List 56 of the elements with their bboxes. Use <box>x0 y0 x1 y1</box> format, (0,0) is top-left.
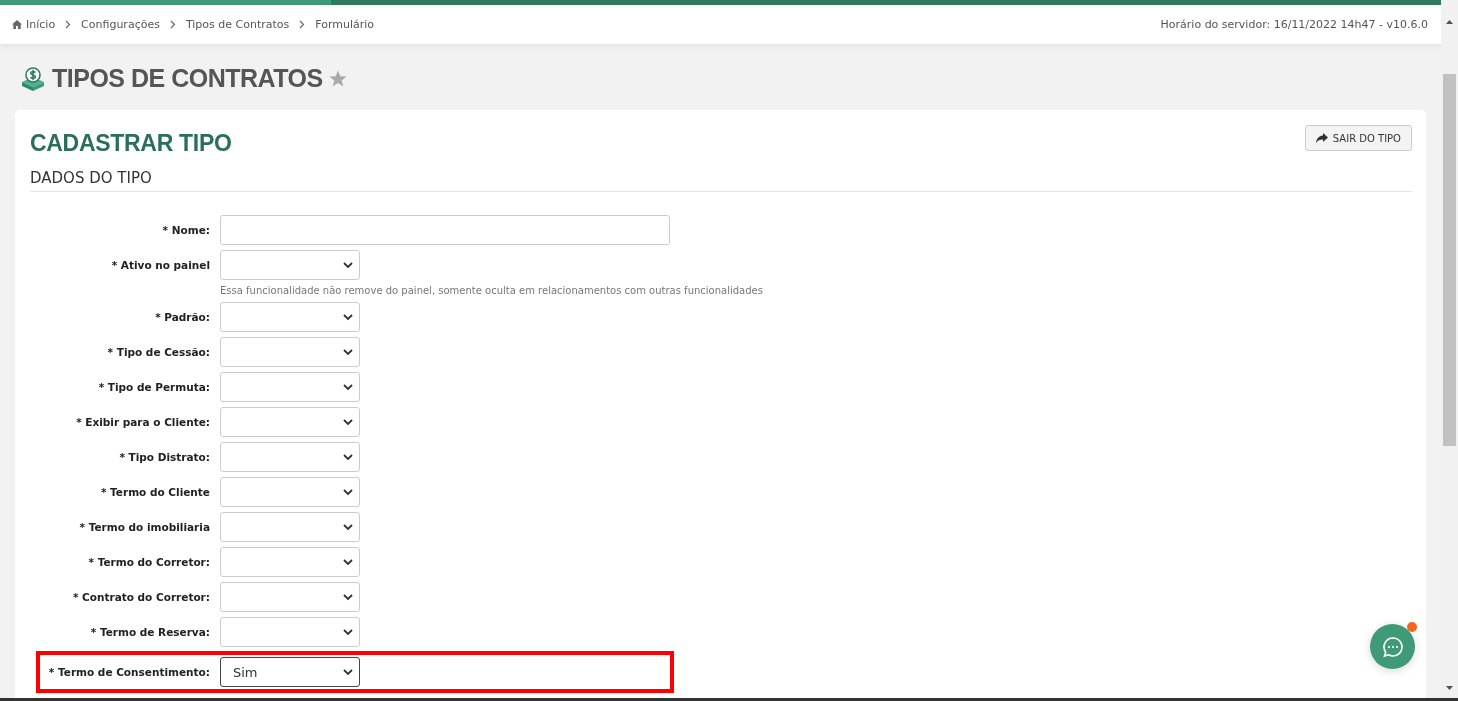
exit-button[interactable]: SAIR DO TIPO <box>1304 125 1412 151</box>
select-dropdown[interactable] <box>220 372 360 402</box>
chevron-down-icon <box>343 668 353 676</box>
field-label: * Nome: <box>161 224 210 236</box>
select-dropdown[interactable] <box>220 582 360 612</box>
field-label: * Termo do Corretor: <box>87 556 210 568</box>
server-info: Horário do servidor: 16/11/2022 14h47 - v10.6.0 <box>1160 18 1428 31</box>
select-dropdown[interactable] <box>220 302 360 332</box>
select-dropdown[interactable] <box>220 442 360 472</box>
breadcrumb-link[interactable]: Configurações <box>81 18 160 31</box>
field-label: * Exibir para o Cliente: <box>75 416 210 428</box>
chat-bubble-icon <box>1381 635 1404 658</box>
chevron-down-icon <box>343 418 353 426</box>
field-label: * Padrão: <box>154 311 210 323</box>
chevron-right-icon <box>299 20 306 29</box>
field-label: * Tipo de Permuta: <box>97 381 210 393</box>
chevron-right-icon <box>65 20 72 29</box>
text-input[interactable] <box>220 215 670 245</box>
form-title: CADASTRAR TIPO <box>30 130 232 157</box>
chevron-down-icon <box>343 313 353 321</box>
chevron-down-icon <box>343 348 353 356</box>
select-dropdown[interactable]: Sim <box>220 657 360 687</box>
field-label: * Tipo de Cessão: <box>106 346 210 358</box>
chevron-down-icon <box>343 628 353 636</box>
field-label: * Termo de Consentimento: <box>47 666 210 678</box>
star-icon[interactable] <box>328 70 347 87</box>
help-text: Essa funcionalidade não remove do painel, somente oculta em relacionamentos com outras funcionalidades <box>220 284 763 297</box>
select-dropdown[interactable] <box>220 512 360 542</box>
chevron-down-icon <box>343 593 353 601</box>
home-icon <box>12 20 22 29</box>
field-label: * Termo do Cliente <box>99 486 210 498</box>
chevron-down-icon <box>343 488 353 496</box>
field-label: * Tipo Distrato: <box>118 451 210 463</box>
select-dropdown[interactable] <box>220 407 360 437</box>
page-title: TIPOS DE CONTRATOS <box>52 64 323 93</box>
money-box-icon <box>20 65 46 92</box>
select-dropdown[interactable] <box>220 547 360 577</box>
chevron-down-icon <box>343 261 353 269</box>
select-dropdown[interactable] <box>220 617 360 647</box>
chevron-right-icon <box>169 20 176 29</box>
select-dropdown[interactable] <box>220 477 360 507</box>
select-dropdown[interactable] <box>220 337 360 367</box>
chevron-down-icon <box>343 558 353 566</box>
field-label: * Contrato do Corretor: <box>71 591 210 603</box>
breadcrumb-home-link[interactable]: Início <box>12 18 56 31</box>
field-label: * Termo de Reserva: <box>89 626 210 638</box>
field-label: * Ativo no painel <box>110 259 210 271</box>
field-label: * Termo do imobiliaria <box>78 521 210 533</box>
select-dropdown[interactable] <box>220 250 360 280</box>
section-heading: DADOS DO TIPO <box>30 169 1412 192</box>
breadcrumb-link[interactable]: Tipos de Contratos <box>185 18 290 31</box>
chevron-down-icon <box>343 383 353 391</box>
share-arrow-icon <box>1315 133 1328 143</box>
chevron-down-icon <box>343 523 353 531</box>
chevron-down-icon <box>343 453 353 461</box>
breadcrumb-current: Formulário <box>315 18 375 31</box>
